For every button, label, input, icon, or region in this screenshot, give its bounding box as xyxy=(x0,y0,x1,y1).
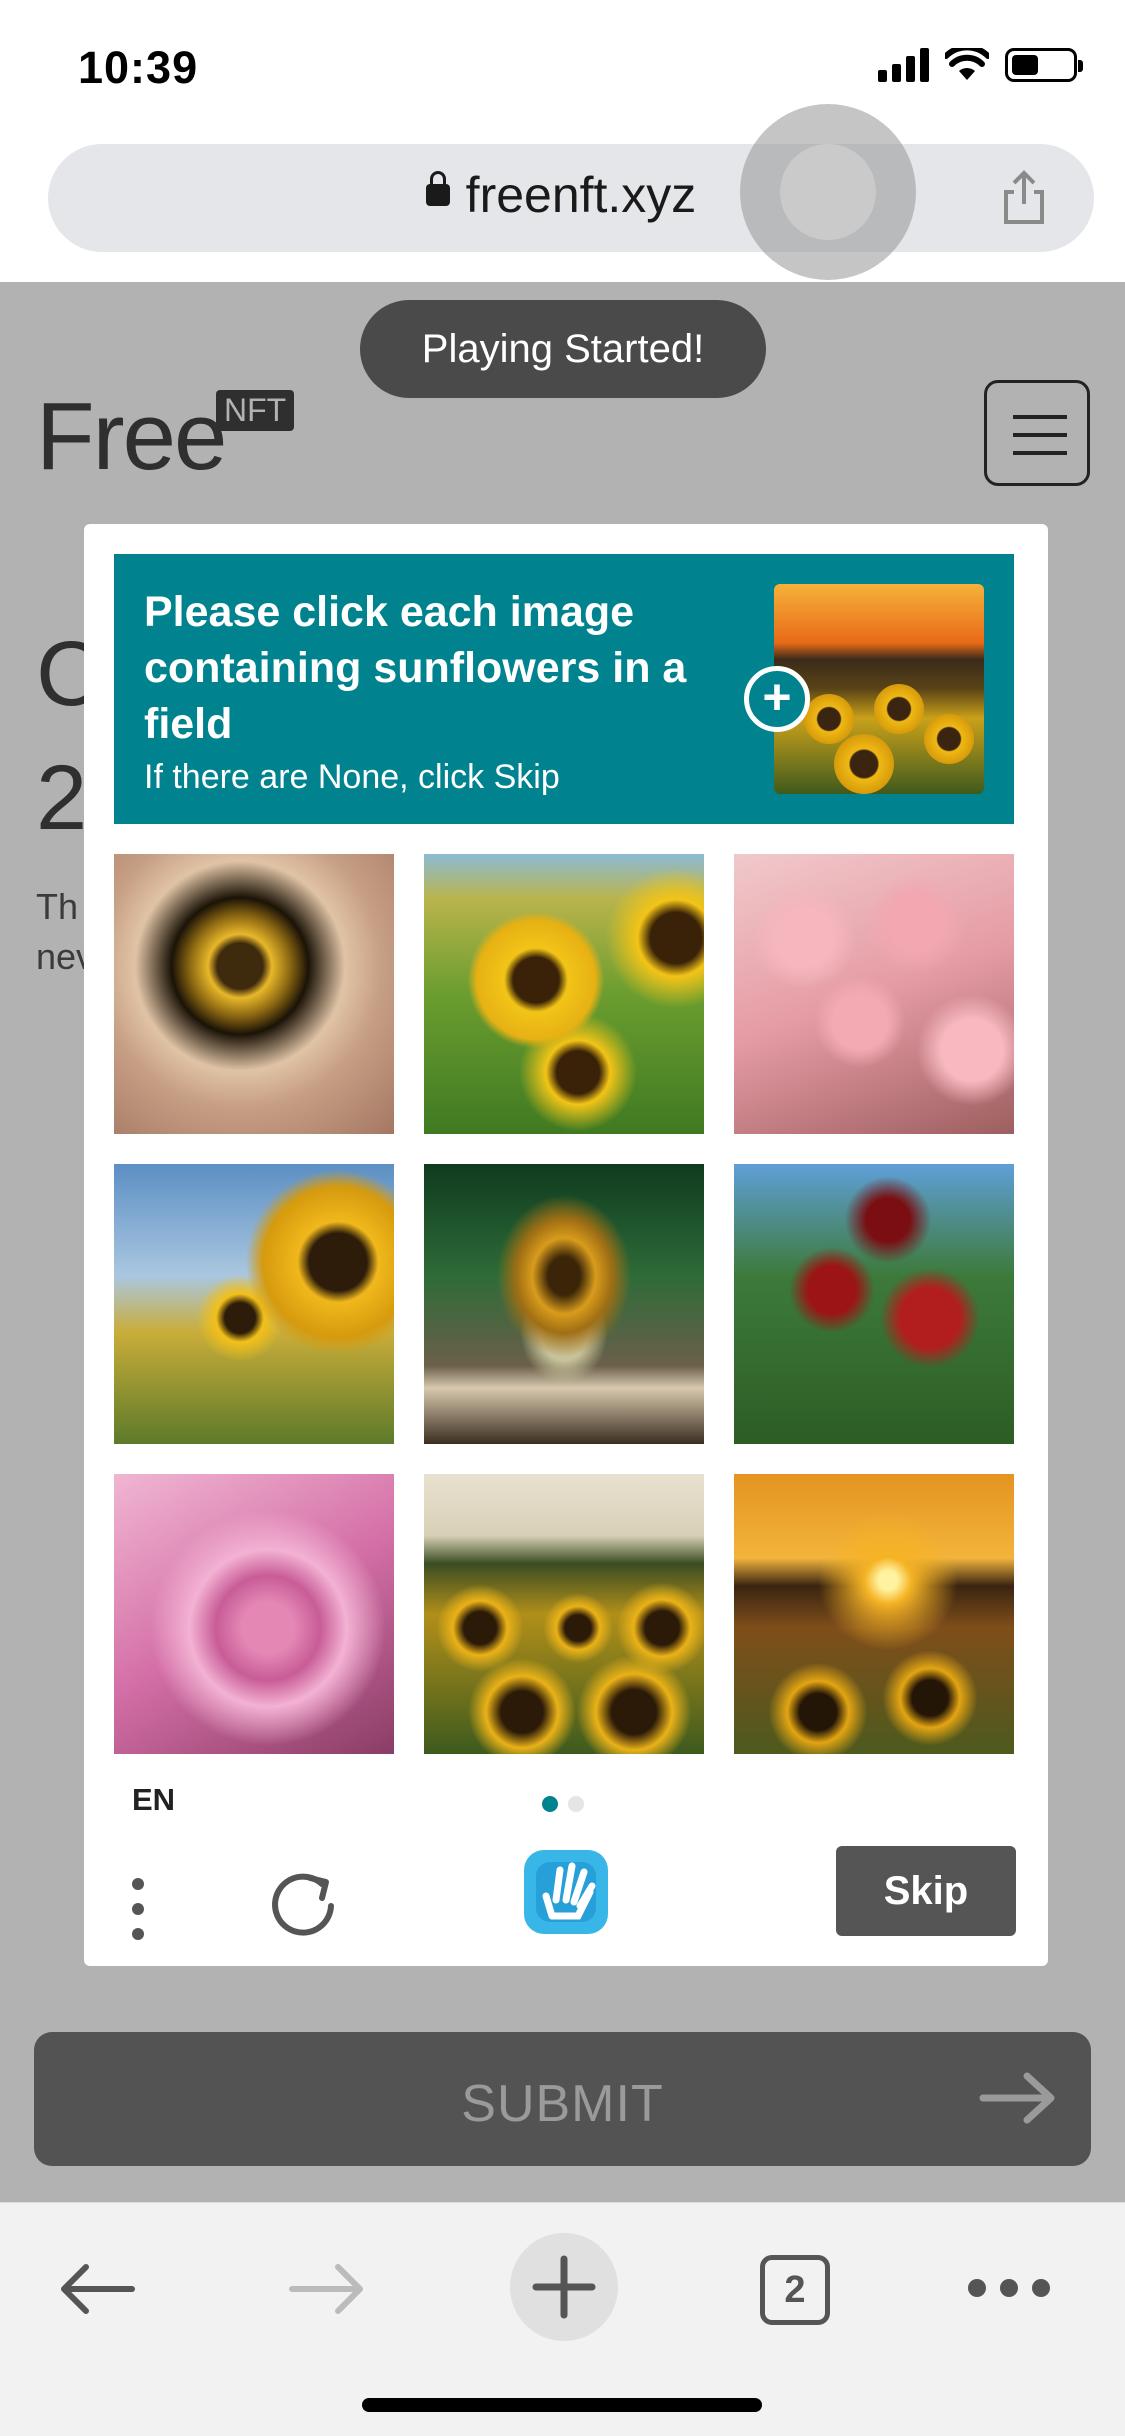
horizontal-dots-icon[interactable] xyxy=(968,2279,1050,2297)
image-tile-7[interactable] xyxy=(114,1474,394,1754)
image-tile-2[interactable] xyxy=(424,854,704,1134)
image-grid xyxy=(114,854,1014,1754)
page-indicator xyxy=(542,1796,584,1812)
image-tile-9[interactable] xyxy=(734,1474,1014,1754)
touch-indicator xyxy=(740,104,916,280)
image-tile-8[interactable] xyxy=(424,1474,704,1754)
lock-icon xyxy=(425,170,450,206)
page-dot-active xyxy=(542,1796,558,1812)
hand-logo-icon[interactable] xyxy=(516,1842,616,1942)
battery-icon xyxy=(1005,48,1083,82)
skip-button[interactable]: Skip xyxy=(836,1846,1016,1936)
share-icon[interactable] xyxy=(994,168,1054,228)
arrow-right-icon[interactable] xyxy=(278,2239,378,2339)
plus-icon xyxy=(532,2255,596,2319)
captcha-prompt: Please click each image containing sunfl… xyxy=(114,554,1014,824)
image-tile-3[interactable] xyxy=(734,854,1014,1134)
page-dot xyxy=(568,1796,584,1812)
url-display[interactable]: freenft.xyz xyxy=(48,166,1094,224)
status-bar: 10:39 xyxy=(0,0,1125,140)
prompt-text: Please click each image containing sunfl… xyxy=(144,588,687,748)
captcha-dialog: Please click each image containing sunfl… xyxy=(84,524,1048,1966)
new-tab-button[interactable] xyxy=(510,2233,618,2341)
status-icons xyxy=(878,48,1083,82)
wifi-icon xyxy=(945,48,989,80)
vertical-dots-icon[interactable] xyxy=(114,1864,162,1954)
cellular-signal-icon xyxy=(878,48,929,82)
status-time: 10:39 xyxy=(78,42,199,93)
image-tile-4[interactable] xyxy=(114,1164,394,1444)
refresh-icon[interactable] xyxy=(260,1860,346,1946)
arrow-left-icon[interactable] xyxy=(46,2239,146,2339)
image-tile-5[interactable] xyxy=(424,1164,704,1444)
image-tile-6[interactable] xyxy=(734,1164,1014,1444)
toast-message: Playing Started! xyxy=(360,300,766,398)
home-indicator[interactable] xyxy=(362,2398,762,2412)
image-tile-1[interactable] xyxy=(114,854,394,1134)
url-text: freenft.xyz xyxy=(465,167,697,223)
address-bar[interactable]: freenft.xyz xyxy=(48,144,1094,252)
tab-count-button[interactable]: 2 xyxy=(760,2255,830,2325)
language-selector[interactable]: EN xyxy=(132,1782,175,1818)
prompt-subtext: If there are None, click Skip xyxy=(144,758,560,796)
plus-icon[interactable]: + xyxy=(744,666,810,732)
